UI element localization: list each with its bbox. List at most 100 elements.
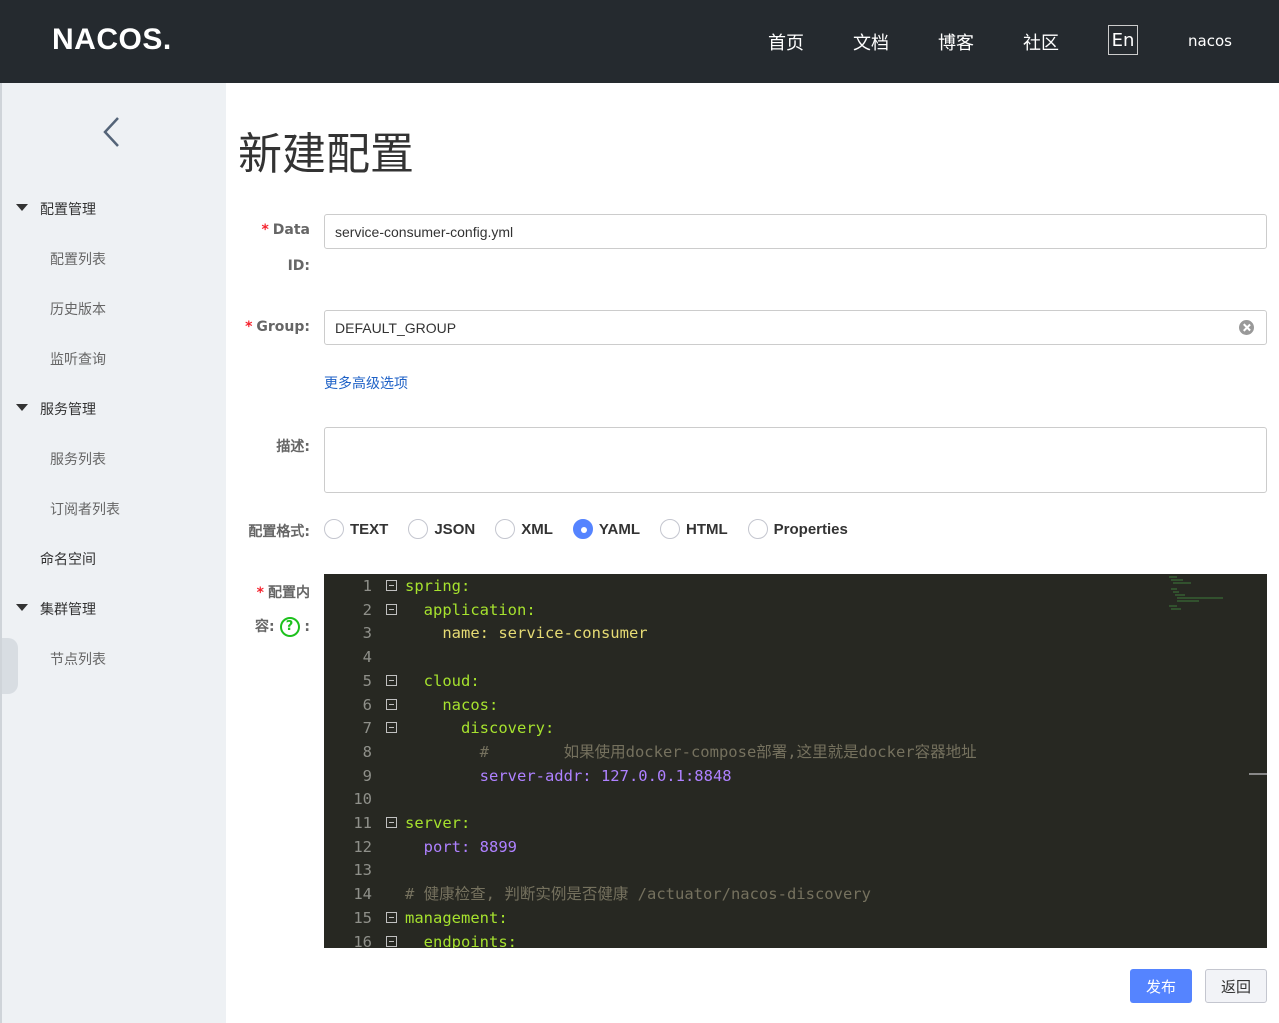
line-number: 4 bbox=[362, 648, 372, 667]
format-radio-xml[interactable]: XML bbox=[495, 519, 553, 539]
top-header: NACOS. 首页 文档 博客 社区 En nacos bbox=[0, 0, 1279, 83]
code-editor[interactable]: 1 spring: 2 application: 3 name: service-co… bbox=[324, 574, 1267, 948]
data-id-input[interactable]: service-consumer-config.yml bbox=[324, 214, 1267, 249]
radio-circle[interactable] bbox=[495, 519, 516, 539]
nav-docs[interactable]: 文档 bbox=[853, 29, 889, 55]
description-label: 描述: bbox=[276, 439, 310, 455]
editor-line[interactable]: 9 server-addr: 127.0.0.1:8848 bbox=[324, 764, 1267, 788]
fold-toggle-icon[interactable] bbox=[386, 935, 397, 947]
code-text: # 如果使用docker-compose部署,这里就是docker容器地址 bbox=[405, 742, 977, 761]
code-text: spring: bbox=[405, 577, 471, 595]
editor-line[interactable]: 12 port: 8899 bbox=[324, 835, 1267, 859]
language-switch-button[interactable]: En bbox=[1108, 25, 1138, 55]
sidebar-item-namespace[interactable]: 命名空间 bbox=[40, 549, 96, 569]
editor-line[interactable]: 15 management: bbox=[324, 906, 1267, 930]
sidebar: 配置管理 配置列表 历史版本 监听查询 服务管理 服务列表 订阅者列表 命名空间… bbox=[0, 83, 226, 1023]
logo-text: NACOS. bbox=[52, 23, 172, 56]
line-number: 9 bbox=[362, 766, 372, 785]
line-number: 5 bbox=[362, 671, 372, 690]
page-title: 新建配置 bbox=[238, 129, 414, 180]
line-number: 8 bbox=[362, 742, 372, 761]
data-id-label-line2: ID: bbox=[287, 258, 310, 274]
publish-button[interactable]: 发布 bbox=[1130, 969, 1192, 1003]
line-number: 2 bbox=[362, 600, 372, 619]
nacos-logo[interactable]: NACOS. bbox=[52, 23, 172, 56]
caret-down-icon[interactable] bbox=[16, 604, 28, 611]
clear-icon[interactable] bbox=[1239, 320, 1254, 335]
editor-line[interactable]: 2 application: bbox=[324, 598, 1267, 622]
sidebar-item-history[interactable]: 历史版本 bbox=[50, 299, 106, 319]
data-id-label: * Data bbox=[261, 222, 310, 238]
format-radio-properties[interactable]: Properties bbox=[747, 519, 848, 539]
line-number: 10 bbox=[353, 790, 372, 809]
fold-toggle-icon[interactable] bbox=[386, 603, 397, 615]
collapse-chevron-left-icon[interactable] bbox=[100, 115, 124, 149]
line-number: 7 bbox=[362, 719, 372, 738]
code-text: endpoints: bbox=[405, 932, 517, 949]
code-text: management: bbox=[405, 908, 508, 927]
sidebar-group-config[interactable]: 配置管理 bbox=[40, 199, 96, 219]
editor-line[interactable]: 1 spring: bbox=[324, 574, 1267, 598]
sidebar-item-service-list[interactable]: 服务列表 bbox=[50, 449, 106, 469]
code-text: application: bbox=[405, 600, 536, 619]
radio-circle[interactable] bbox=[747, 519, 768, 539]
fold-toggle-icon[interactable] bbox=[386, 580, 397, 591]
fold-toggle-icon[interactable] bbox=[386, 674, 397, 686]
user-name[interactable]: nacos bbox=[1188, 32, 1232, 50]
format-radio-json[interactable]: JSON bbox=[408, 519, 475, 539]
editor-line[interactable]: 4 bbox=[324, 645, 1267, 669]
nav-community[interactable]: 社区 bbox=[1023, 29, 1059, 55]
format-label: 配置格式: bbox=[248, 524, 310, 540]
editor-line[interactable]: 3 name: service-consumer bbox=[324, 621, 1267, 645]
code-text: discovery: bbox=[405, 719, 555, 738]
format-radio-yaml[interactable]: YAML bbox=[572, 519, 640, 539]
fold-toggle-icon[interactable] bbox=[386, 817, 397, 828]
nav-blog[interactable]: 博客 bbox=[938, 29, 974, 55]
code-text: nacos: bbox=[405, 695, 499, 714]
line-number: 1 bbox=[362, 577, 372, 595]
line-number: 11 bbox=[353, 814, 372, 832]
fold-toggle-icon[interactable] bbox=[386, 911, 397, 923]
format-radio-text[interactable]: TEXT bbox=[324, 519, 388, 539]
content-label-line2: 容: ? : bbox=[255, 617, 310, 637]
sidebar-group-cluster[interactable]: 集群管理 bbox=[40, 599, 96, 619]
code-text: # 健康检查, 判断实例是否健康 /actuator/nacos-discove… bbox=[405, 885, 871, 904]
back-button[interactable]: 返回 bbox=[1205, 969, 1267, 1003]
code-text: name: service-consumer bbox=[405, 624, 648, 643]
help-question-icon[interactable]: ? bbox=[279, 617, 300, 637]
format-radio-group: TEXT JSON XML YAML HTML Properties bbox=[324, 518, 868, 540]
editor-line[interactable]: 10 bbox=[324, 787, 1267, 811]
radio-circle[interactable] bbox=[408, 519, 429, 539]
editor-line[interactable]: 7 discovery: bbox=[324, 716, 1267, 740]
code-text: port: 8899 bbox=[405, 837, 517, 856]
caret-down-icon[interactable] bbox=[16, 204, 28, 211]
fold-toggle-icon[interactable] bbox=[386, 722, 397, 734]
advanced-options-link[interactable]: 更多高级选项 bbox=[324, 373, 408, 393]
editor-scroll-indicator[interactable] bbox=[1249, 773, 1267, 775]
nav-home[interactable]: 首页 bbox=[768, 29, 804, 55]
radio-circle[interactable] bbox=[660, 519, 680, 539]
editor-line[interactable]: 16 endpoints: bbox=[324, 930, 1267, 949]
sidebar-group-service[interactable]: 服务管理 bbox=[40, 399, 96, 419]
format-radio-html[interactable]: HTML bbox=[660, 519, 728, 539]
line-number: 14 bbox=[353, 885, 372, 904]
editor-line[interactable]: 6 nacos: bbox=[324, 693, 1267, 717]
code-text: server-addr: 127.0.0.1:8848 bbox=[405, 766, 732, 785]
editor-line[interactable]: 13 bbox=[324, 858, 1267, 882]
radio-circle-checked[interactable] bbox=[572, 519, 593, 539]
sidebar-item-nodes[interactable]: 节点列表 bbox=[50, 649, 106, 669]
sidebar-item-config-list[interactable]: 配置列表 bbox=[50, 249, 106, 269]
caret-down-icon[interactable] bbox=[16, 404, 28, 411]
editor-minimap[interactable] bbox=[1169, 576, 1223, 612]
editor-line[interactable]: 8 # 如果使用docker-compose部署,这里就是docker容器地址 bbox=[324, 740, 1267, 764]
editor-line[interactable]: 11 server: bbox=[324, 811, 1267, 835]
group-input[interactable]: DEFAULT_GROUP bbox=[324, 310, 1267, 345]
sidebar-item-subscribers[interactable]: 订阅者列表 bbox=[50, 499, 120, 519]
description-textarea[interactable] bbox=[324, 427, 1267, 493]
sidebar-handle[interactable] bbox=[2, 638, 18, 694]
sidebar-item-listener[interactable]: 监听查询 bbox=[50, 349, 106, 369]
editor-line[interactable]: 5 cloud: bbox=[324, 669, 1267, 693]
fold-toggle-icon[interactable] bbox=[386, 698, 397, 710]
radio-circle[interactable] bbox=[324, 519, 344, 539]
editor-line[interactable]: 14 # 健康检查, 判断实例是否健康 /actuator/nacos-disco… bbox=[324, 882, 1267, 906]
